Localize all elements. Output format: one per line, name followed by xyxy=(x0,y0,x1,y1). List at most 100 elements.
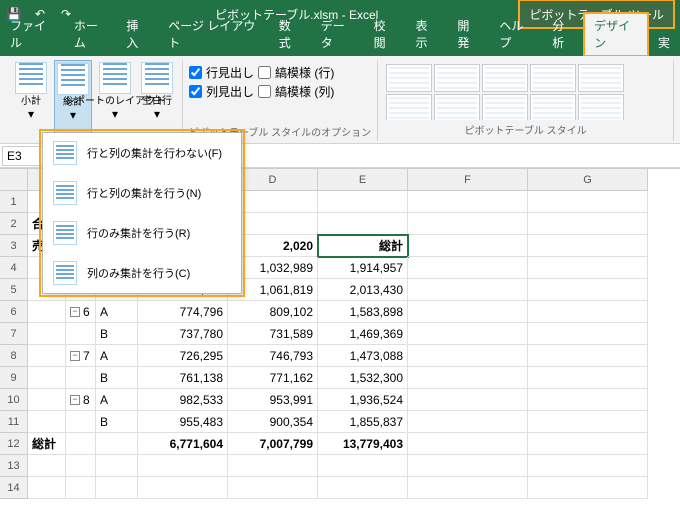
cell[interactable] xyxy=(66,433,96,455)
cell[interactable] xyxy=(318,455,408,477)
cell[interactable]: A xyxy=(96,389,138,411)
cell[interactable]: −8 xyxy=(66,389,96,411)
row-header[interactable]: 10 xyxy=(0,389,28,411)
chk-banded-rows[interactable]: 縞模様 (行) xyxy=(258,64,334,81)
select-all-corner[interactable] xyxy=(0,169,28,191)
cell[interactable]: 総計 xyxy=(28,433,66,455)
cell[interactable] xyxy=(28,477,66,499)
reportlayout-button[interactable]: レポートのレイアウト▾ xyxy=(96,60,134,137)
style-thumb[interactable] xyxy=(530,94,576,120)
cell[interactable] xyxy=(528,345,648,367)
row-header[interactable]: 7 xyxy=(0,323,28,345)
cell[interactable] xyxy=(318,191,408,213)
collapse-icon[interactable]: − xyxy=(70,395,80,405)
tab-data[interactable]: データ xyxy=(311,13,364,56)
cell[interactable] xyxy=(138,455,228,477)
chk-banded-cols[interactable]: 縞模様 (列) xyxy=(258,83,334,100)
cell[interactable]: B xyxy=(96,323,138,345)
collapse-icon[interactable]: − xyxy=(70,307,80,317)
row-header[interactable]: 14 xyxy=(0,477,28,499)
cell[interactable] xyxy=(528,191,648,213)
style-thumb[interactable] xyxy=(482,94,528,120)
cell[interactable] xyxy=(528,477,648,499)
cell[interactable]: 746,793 xyxy=(228,345,318,367)
cell[interactable]: 2,013,430 xyxy=(318,279,408,301)
tab-developer[interactable]: 開発 xyxy=(447,13,489,56)
style-gallery[interactable] xyxy=(384,60,667,120)
row-header[interactable]: 3 xyxy=(0,235,28,257)
row-header[interactable]: 8 xyxy=(0,345,28,367)
tab-pagelayout[interactable]: ページ レイアウト xyxy=(158,13,268,56)
cell[interactable] xyxy=(28,301,66,323)
cell[interactable] xyxy=(408,367,528,389)
cell[interactable]: 774,796 xyxy=(138,301,228,323)
cell[interactable] xyxy=(528,257,648,279)
cell[interactable]: 900,354 xyxy=(228,411,318,433)
tab-analyze[interactable]: 分析 xyxy=(542,13,584,56)
tab-help[interactable]: ヘルプ xyxy=(489,13,542,56)
cell[interactable] xyxy=(408,389,528,411)
cell[interactable]: 1,532,300 xyxy=(318,367,408,389)
cell[interactable] xyxy=(408,411,528,433)
row-header[interactable]: 12 xyxy=(0,433,28,455)
cell[interactable] xyxy=(528,433,648,455)
style-thumb[interactable] xyxy=(434,94,480,120)
cell[interactable] xyxy=(96,477,138,499)
cell[interactable] xyxy=(28,455,66,477)
style-thumb[interactable] xyxy=(386,64,432,92)
cell[interactable]: 1,855,837 xyxy=(318,411,408,433)
dd-off-rows-cols[interactable]: 行と列の集計を行わない(F) xyxy=(43,133,241,173)
cell[interactable] xyxy=(66,455,96,477)
cell[interactable] xyxy=(96,455,138,477)
col-header[interactable]: F xyxy=(408,169,528,191)
cell[interactable] xyxy=(228,477,318,499)
col-header[interactable]: G xyxy=(528,169,648,191)
cell[interactable] xyxy=(408,213,528,235)
cell[interactable] xyxy=(408,323,528,345)
tab-review[interactable]: 校閲 xyxy=(364,13,406,56)
cell[interactable] xyxy=(408,433,528,455)
cell[interactable] xyxy=(138,477,228,499)
row-header[interactable]: 1 xyxy=(0,191,28,213)
cell[interactable] xyxy=(528,235,648,257)
cell[interactable] xyxy=(528,389,648,411)
cell[interactable]: 731,589 xyxy=(228,323,318,345)
cell[interactable] xyxy=(528,213,648,235)
style-thumb[interactable] xyxy=(482,64,528,92)
cell[interactable] xyxy=(28,411,66,433)
chk-col-headers[interactable]: 列見出し xyxy=(189,83,254,100)
cell[interactable]: 726,295 xyxy=(138,345,228,367)
subtotal-button[interactable]: 小計▾ xyxy=(12,60,50,137)
cell[interactable] xyxy=(408,455,528,477)
cell[interactable] xyxy=(408,279,528,301)
cell[interactable] xyxy=(528,367,648,389)
style-thumb[interactable] xyxy=(578,64,624,92)
cell[interactable] xyxy=(28,345,66,367)
cell[interactable]: 6,771,604 xyxy=(138,433,228,455)
cell[interactable]: 737,780 xyxy=(138,323,228,345)
collapse-icon[interactable]: − xyxy=(70,351,80,361)
cell[interactable]: 総計 xyxy=(318,235,408,257)
cell[interactable]: −7 xyxy=(66,345,96,367)
cell[interactable] xyxy=(66,477,96,499)
cell[interactable]: −6 xyxy=(66,301,96,323)
cell[interactable]: 953,991 xyxy=(228,389,318,411)
cell[interactable]: A xyxy=(96,345,138,367)
row-header[interactable]: 11 xyxy=(0,411,28,433)
cell[interactable] xyxy=(408,235,528,257)
style-thumb[interactable] xyxy=(386,94,432,120)
cell[interactable] xyxy=(408,301,528,323)
cell[interactable] xyxy=(28,323,66,345)
cell[interactable]: 982,533 xyxy=(138,389,228,411)
tab-extra[interactable]: 実 xyxy=(648,30,680,56)
dd-rows-only[interactable]: 行のみ集計を行う(R) xyxy=(43,213,241,253)
cell[interactable]: B xyxy=(96,411,138,433)
cell[interactable]: 955,483 xyxy=(138,411,228,433)
cell[interactable]: 13,779,403 xyxy=(318,433,408,455)
cell[interactable]: 1,936,524 xyxy=(318,389,408,411)
cell[interactable] xyxy=(408,191,528,213)
cell[interactable] xyxy=(96,433,138,455)
tab-design[interactable]: デザイン xyxy=(584,13,648,56)
row-header[interactable]: 6 xyxy=(0,301,28,323)
cell[interactable]: A xyxy=(96,301,138,323)
